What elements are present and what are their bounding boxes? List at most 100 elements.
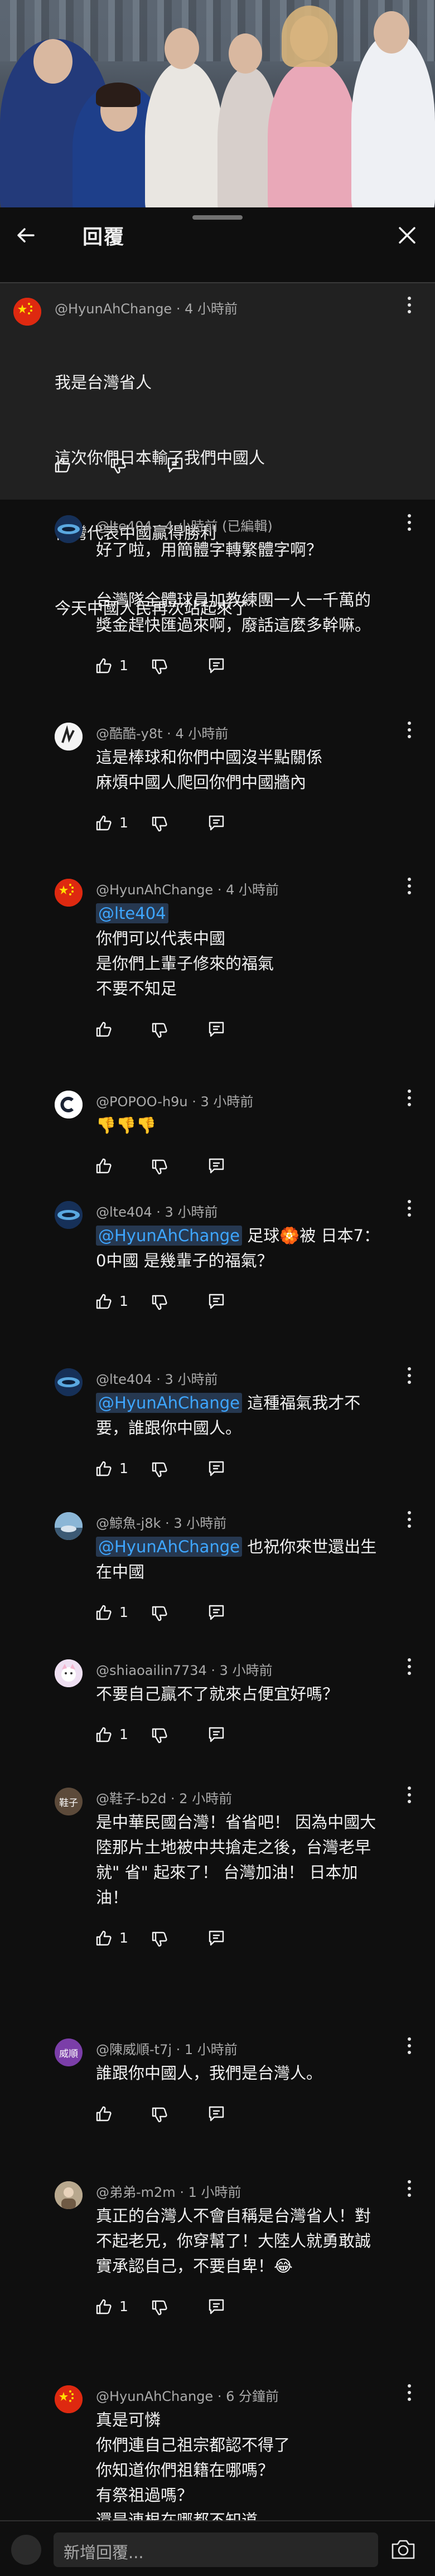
thumbs-down-icon[interactable] xyxy=(151,1930,168,1948)
reply-icon[interactable] xyxy=(207,1726,225,1744)
comment-meta[interactable]: @弟弟-m2m · 1 小時前 xyxy=(96,2181,241,2201)
mention-link[interactable]: @HyunAhChange xyxy=(96,1393,242,1413)
thumbs-up-icon[interactable] xyxy=(95,2105,113,2123)
reply-icon[interactable] xyxy=(166,456,184,474)
thumbs-down-icon[interactable] xyxy=(151,1021,168,1039)
author-name[interactable]: @HyunAhChange xyxy=(96,2389,213,2404)
close-icon[interactable] xyxy=(395,223,419,248)
more-options-icon[interactable] xyxy=(407,1511,412,1528)
thumbs-down-icon[interactable] xyxy=(109,457,127,475)
more-options-icon[interactable] xyxy=(407,878,412,894)
reply-icon[interactable] xyxy=(207,657,225,675)
video-player[interactable] xyxy=(0,0,435,207)
thumbs-down-icon[interactable] xyxy=(151,1727,168,1745)
more-options-icon[interactable] xyxy=(407,1786,412,1803)
team-logo-avatar[interactable] xyxy=(55,515,83,543)
thumbs-up-icon[interactable] xyxy=(95,1157,113,1175)
mention-link[interactable]: @lte404 xyxy=(96,903,168,923)
reply-icon[interactable] xyxy=(207,1460,225,1478)
china-flag-icon[interactable] xyxy=(13,298,41,326)
mention-link[interactable]: @HyunAhChange xyxy=(96,1226,242,1246)
comment-meta[interactable]: @POPOO-h9u · 3 小時前 xyxy=(96,1091,253,1110)
thumbs-up-icon[interactable] xyxy=(95,1460,113,1478)
comment-meta[interactable]: @鞋子-b2d · 2 小時前 xyxy=(96,1788,232,1807)
mention-link[interactable]: @HyunAhChange xyxy=(96,1537,242,1557)
photo-avatar[interactable] xyxy=(55,2181,83,2209)
thumbs-up-icon[interactable] xyxy=(95,1929,113,1947)
reply-icon[interactable] xyxy=(207,814,225,832)
thumbs-down-icon[interactable] xyxy=(151,815,168,833)
thumbs-up-icon[interactable] xyxy=(95,1726,113,1744)
reply-icon[interactable] xyxy=(207,1929,225,1947)
cartoon-avatar[interactable] xyxy=(55,1659,83,1687)
sketch-avatar[interactable] xyxy=(55,723,83,750)
reply-icon[interactable] xyxy=(207,1604,225,1621)
team-logo-avatar[interactable] xyxy=(55,1201,83,1229)
reply-icon[interactable] xyxy=(207,1292,225,1310)
reply-icon[interactable] xyxy=(207,1020,225,1038)
more-options-icon[interactable] xyxy=(407,514,412,531)
thumbs-down-icon[interactable] xyxy=(151,1294,168,1311)
author-name[interactable]: @POPOO-h9u xyxy=(96,1094,188,1110)
more-options-icon[interactable] xyxy=(407,297,412,313)
more-options-icon[interactable] xyxy=(407,1090,412,1106)
more-options-icon[interactable] xyxy=(407,2037,412,2054)
thumbs-up-icon[interactable] xyxy=(95,1604,113,1621)
more-options-icon[interactable] xyxy=(407,2384,412,2401)
comment-meta[interactable]: @HyunAhChange · 6 分鐘前 xyxy=(96,2385,279,2405)
arrow-left-icon[interactable] xyxy=(13,223,38,248)
author-name[interactable]: @HyunAhChange xyxy=(55,301,172,317)
reply-icon[interactable] xyxy=(207,2298,225,2316)
comment-line: @HyunAhChange 足球🏵️被 日本7： xyxy=(96,1223,408,1248)
author-name[interactable]: @lte404 xyxy=(96,519,152,534)
more-options-icon[interactable] xyxy=(407,1658,412,1675)
camera-icon[interactable] xyxy=(390,2538,416,2560)
author-name[interactable]: @弟弟-m2m xyxy=(96,2185,176,2200)
comment-line: 👎👎👎 xyxy=(96,1116,157,1135)
china-flag-icon[interactable] xyxy=(55,2385,83,2413)
comment-meta[interactable]: @lte404 · 3 小時前 xyxy=(96,1368,218,1388)
comment-meta[interactable]: @lte404 · 3 小時前 xyxy=(96,1201,218,1221)
more-options-icon[interactable] xyxy=(407,2180,412,2197)
comment-meta[interactable]: @shiaoailin7734 · 3 小時前 xyxy=(96,1659,273,1679)
team-logo-avatar[interactable] xyxy=(55,1368,83,1396)
photo-avatar[interactable] xyxy=(55,1512,83,1540)
text-avatar[interactable]: 鞋子 xyxy=(55,1788,83,1815)
thumbs-down-icon[interactable] xyxy=(151,2299,168,2317)
thumbs-up-icon[interactable] xyxy=(54,456,71,474)
thumbs-up-icon[interactable] xyxy=(95,814,113,832)
author-name[interactable]: @酷酷-y8t xyxy=(96,726,163,742)
comment-meta[interactable]: @lte404 · 4 小時前 (已編輯) xyxy=(96,515,273,535)
comment-meta[interactable]: @酷酷-y8t · 4 小時前 xyxy=(96,723,228,742)
author-name[interactable]: @鞋子-b2d xyxy=(96,1791,166,1807)
thumbs-down-icon[interactable] xyxy=(151,1605,168,1623)
thumbs-down-icon[interactable] xyxy=(151,1461,168,1479)
reply-icon[interactable] xyxy=(207,1157,225,1175)
drag-handle[interactable] xyxy=(192,215,243,220)
thumbs-up-icon[interactable] xyxy=(95,657,113,675)
author-name[interactable]: @lte404 xyxy=(96,1204,152,1220)
reply-input[interactable]: 新增回覆... xyxy=(54,2533,378,2567)
comment-meta[interactable]: @陳威順-t7j · 1 小時前 xyxy=(96,2038,238,2058)
thumbs-down-icon[interactable] xyxy=(151,1158,168,1176)
author-name[interactable]: @鯨魚-j8k xyxy=(96,1515,161,1531)
author-name[interactable]: @shiaoailin7734 xyxy=(96,1663,207,1678)
more-options-icon[interactable] xyxy=(407,1367,412,1384)
author-name[interactable]: @HyunAhChange xyxy=(96,882,213,898)
c-logo-avatar[interactable] xyxy=(55,1091,83,1118)
comment-meta[interactable]: @鯨魚-j8k · 3 小時前 xyxy=(96,1512,226,1532)
thumbs-up-icon[interactable] xyxy=(95,1020,113,1038)
author-name[interactable]: @陳威順-t7j xyxy=(96,2042,172,2057)
thumbs-down-icon[interactable] xyxy=(151,658,168,676)
comment-meta[interactable]: @HyunAhChange · 4 小時前 xyxy=(55,298,238,317)
author-name[interactable]: @lte404 xyxy=(96,1372,152,1387)
more-options-icon[interactable] xyxy=(407,1200,412,1217)
comment-meta[interactable]: @HyunAhChange · 4 小時前 xyxy=(96,879,279,898)
reply-icon[interactable] xyxy=(207,2105,225,2123)
thumbs-down-icon[interactable] xyxy=(151,2106,168,2124)
thumbs-up-icon[interactable] xyxy=(95,1292,113,1310)
more-options-icon[interactable] xyxy=(407,722,412,738)
text-avatar[interactable]: 威順 xyxy=(55,2038,83,2066)
thumbs-up-icon[interactable] xyxy=(95,2298,113,2316)
china-flag-icon[interactable] xyxy=(55,879,83,907)
